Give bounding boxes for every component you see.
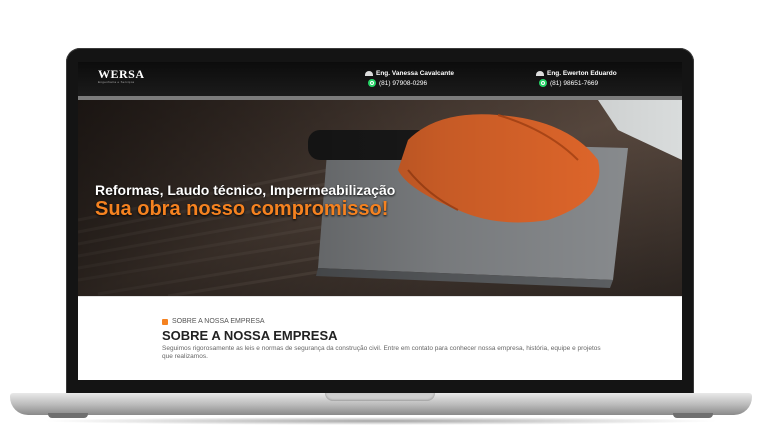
hero-banner: Reformas, Laudo técnico, Impermeabilizaç… <box>78 100 682 296</box>
hardhat-icon <box>365 70 373 76</box>
laptop-shadow <box>40 417 721 425</box>
laptop-foot-left <box>48 413 88 418</box>
laptop-foot-right <box>673 413 713 418</box>
site-header: WERSA Engenharia e Serviços Eng. Vanessa… <box>78 62 682 96</box>
building-icon <box>162 318 168 325</box>
contact-name: Eng. Ewerton Eduardo <box>547 69 617 77</box>
about-section: SOBRE A NOSSA EMPRESA SOBRE A NOSSA EMPR… <box>78 296 682 380</box>
whatsapp-icon[interactable] <box>539 79 547 87</box>
whatsapp-icon[interactable] <box>368 79 376 87</box>
laptop-notch <box>325 393 435 401</box>
about-eyebrow-label: SOBRE A NOSSA EMPRESA <box>172 318 265 325</box>
about-text: Seguimos rigorosamente as leis e normas … <box>162 345 601 360</box>
contact-vanessa: Eng. Vanessa Cavalcante (81) 97908-0296 <box>365 68 454 88</box>
site-logo-subtitle: Engenharia e Serviços <box>98 80 135 84</box>
laptop-screen: WERSA Engenharia e Serviços Eng. Vanessa… <box>78 62 682 380</box>
contact-ewerton: Eng. Ewerton Eduardo (81) 98651-7669 <box>536 68 617 88</box>
hero-headline: Sua obra nosso compromisso! <box>95 198 389 220</box>
hero-tagline: Reformas, Laudo técnico, Impermeabilizaç… <box>95 182 396 198</box>
contact-phone[interactable]: (81) 98651-7669 <box>550 80 598 87</box>
hardhat-icon <box>536 70 544 76</box>
contact-name: Eng. Vanessa Cavalcante <box>376 69 455 77</box>
contact-phone[interactable]: (81) 97908-0296 <box>379 80 427 87</box>
about-title: SOBRE A NOSSA EMPRESA <box>162 328 338 343</box>
about-eyebrow: SOBRE A NOSSA EMPRESA <box>162 318 265 325</box>
